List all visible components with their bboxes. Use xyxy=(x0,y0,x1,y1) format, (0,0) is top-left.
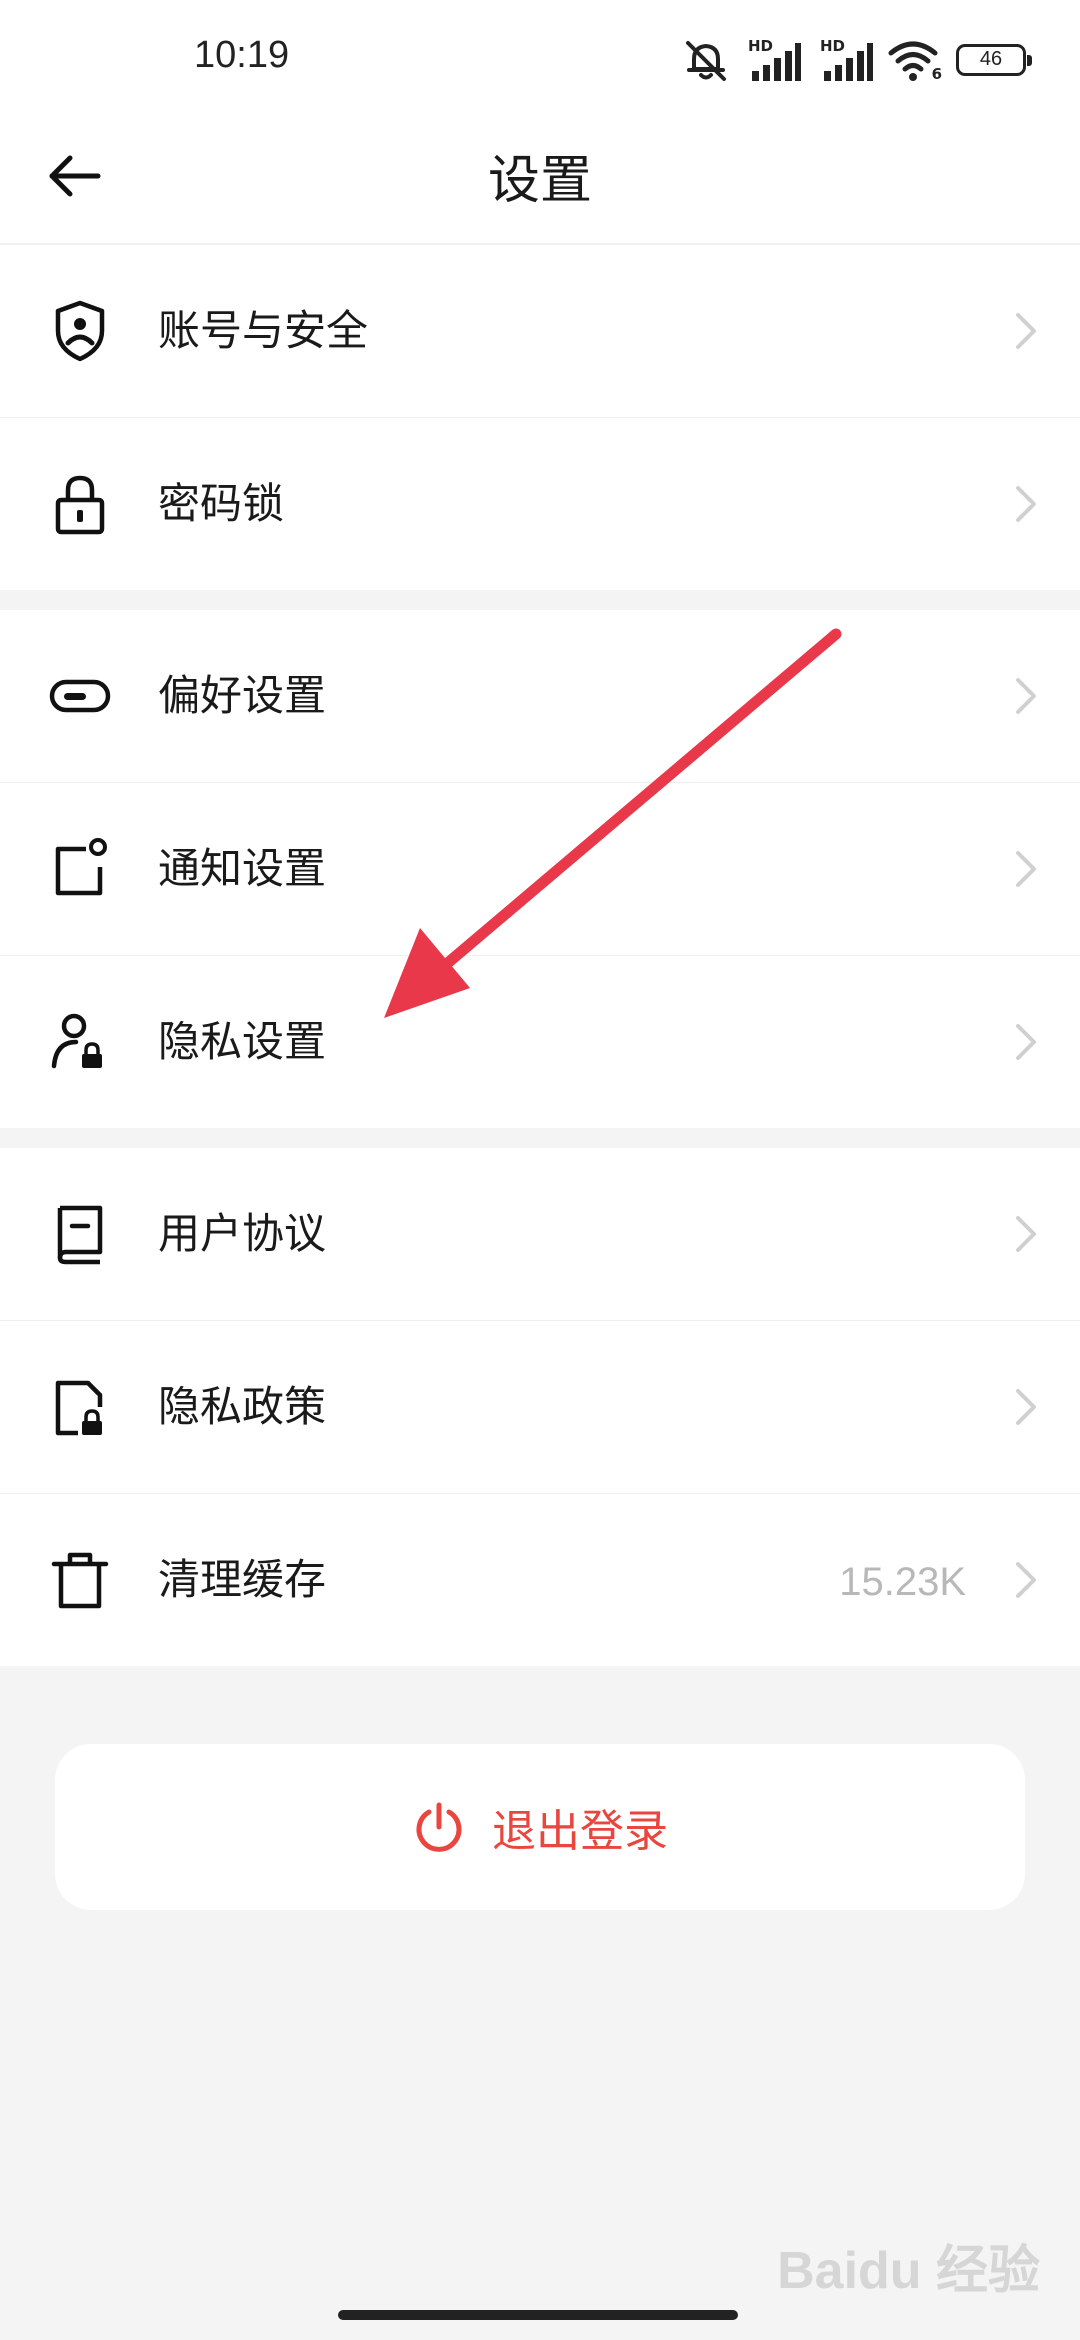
chevron-right-icon xyxy=(1016,1216,1036,1252)
chevron-right-icon xyxy=(1016,678,1036,714)
settings-group-preferences: 偏好设置 通知设置 隐私设置 xyxy=(0,610,1080,1128)
chevron-right-icon xyxy=(1016,1024,1036,1060)
wifi: 6 xyxy=(888,37,942,83)
shield-user-icon xyxy=(55,300,105,362)
row-preferences[interactable]: 偏好设置 xyxy=(0,610,1080,782)
logout-label: 退出登录 xyxy=(492,1806,668,1857)
row-label: 账号与安全 xyxy=(158,306,369,355)
signal-1: HD xyxy=(744,37,802,83)
settings-group-account: 账号与安全 密码锁 xyxy=(0,245,1080,590)
row-privacy-policy[interactable]: 隐私政策 xyxy=(0,1320,1080,1493)
toggle-icon xyxy=(49,679,111,713)
row-label: 用户协议 xyxy=(158,1209,327,1258)
cache-size-value: 15.23K xyxy=(839,1560,966,1604)
row-notifications[interactable]: 通知设置 xyxy=(0,782,1080,955)
chevron-right-icon xyxy=(1016,1562,1036,1598)
chevron-right-icon xyxy=(1016,313,1036,349)
watermark-logo: Baidu 经验 xyxy=(777,2242,1040,2300)
row-user-agreement[interactable]: 用户协议 xyxy=(0,1148,1080,1320)
row-password-lock[interactable]: 密码锁 xyxy=(0,417,1080,590)
home-indicator[interactable] xyxy=(338,2310,738,2320)
wifi-icon xyxy=(888,41,938,81)
settings-group-legal: 用户协议 隐私政策 清理缓存 15.23K xyxy=(0,1148,1080,1666)
status-icons: HD HD 6 46 xyxy=(682,36,1032,84)
chevron-right-icon xyxy=(1016,851,1036,887)
document-lock-icon xyxy=(55,1380,103,1436)
logout-button[interactable]: 退出登录 xyxy=(55,1744,1025,1910)
status-time: 10:19 xyxy=(194,34,290,76)
wifi-sub-label: 6 xyxy=(931,65,942,83)
nav-bar: 设置 xyxy=(0,120,1080,244)
row-label: 隐私政策 xyxy=(158,1382,327,1431)
row-privacy-settings[interactable]: 隐私设置 xyxy=(0,955,1080,1128)
battery-indicator: 46 xyxy=(956,44,1032,76)
mute-bell-icon xyxy=(686,41,726,81)
status-bar: 10:19 HD HD 6 46 xyxy=(0,0,1080,120)
padlock-icon xyxy=(55,475,105,535)
signal-2: HD xyxy=(816,37,874,83)
row-clear-cache[interactable]: 清理缓存 15.23K xyxy=(0,1493,1080,1666)
row-label: 清理缓存 xyxy=(158,1555,327,1604)
signal-bars-icon xyxy=(824,43,873,81)
chevron-right-icon xyxy=(1016,1389,1036,1425)
power-icon xyxy=(416,1802,462,1852)
book-icon xyxy=(57,1205,103,1265)
signal-bars-icon xyxy=(752,43,801,81)
chevron-right-icon xyxy=(1016,486,1036,522)
row-label: 密码锁 xyxy=(158,479,285,528)
row-label: 通知设置 xyxy=(158,844,327,893)
row-label: 隐私设置 xyxy=(158,1017,327,1066)
row-label: 偏好设置 xyxy=(158,671,327,720)
row-account-security[interactable]: 账号与安全 xyxy=(0,245,1080,417)
top-section: 10:19 HD HD 6 46 设置 xyxy=(0,0,1080,244)
page-title: 设置 xyxy=(487,151,592,211)
user-lock-icon xyxy=(51,1013,102,1069)
trash-icon xyxy=(51,1552,109,1609)
notification-icon xyxy=(55,838,107,896)
battery-percent: 46 xyxy=(979,48,1003,70)
